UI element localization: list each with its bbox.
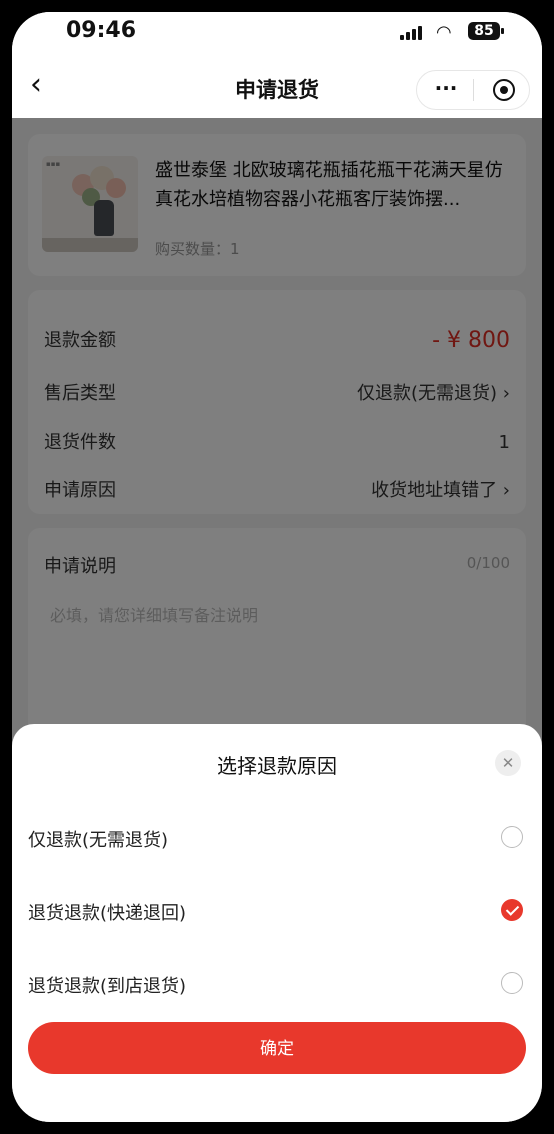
refund-reason-sheet: 选择退款原因 ✕ 仅退款(无需退货) 退货退款(快递退回) 退货退款(到店退货)… [12, 724, 542, 1122]
close-miniprogram-icon[interactable] [493, 79, 515, 101]
capsule-divider [473, 79, 474, 101]
radio-button[interactable] [501, 972, 523, 994]
confirm-button[interactable]: 确定 [28, 1022, 526, 1074]
cellular-signal-icon [400, 26, 424, 40]
option-return-store[interactable]: 退货退款(到店退货) [12, 958, 542, 1010]
close-icon[interactable]: ✕ [495, 750, 521, 776]
status-time: 09:46 [66, 18, 137, 43]
phone-screen: 09:46 ◠ 85 ‹ 申请退货 ··· ▪▪▪ 盛世泰堡 北欧玻璃花瓶插花瓶… [12, 12, 542, 1122]
battery-indicator: 85 [468, 22, 504, 40]
status-bar: 09:46 ◠ 85 [12, 12, 542, 56]
sheet-title: 选择退款原因 [217, 754, 337, 778]
option-label: 仅退款(无需退货) [28, 830, 169, 851]
radio-button[interactable] [501, 826, 523, 848]
more-icon[interactable]: ··· [431, 77, 461, 99]
radio-checked-icon[interactable] [501, 899, 523, 921]
wifi-icon: ◠ [436, 22, 452, 43]
mini-program-capsule: ··· [416, 70, 530, 110]
option-label: 退货退款(到店退货) [28, 976, 187, 997]
option-return-express[interactable]: 退货退款(快递退回) [12, 885, 542, 937]
nav-bar: ‹ 申请退货 ··· [12, 56, 542, 118]
option-label: 退货退款(快递退回) [28, 903, 187, 924]
option-refund-only[interactable]: 仅退款(无需退货) [12, 812, 542, 864]
